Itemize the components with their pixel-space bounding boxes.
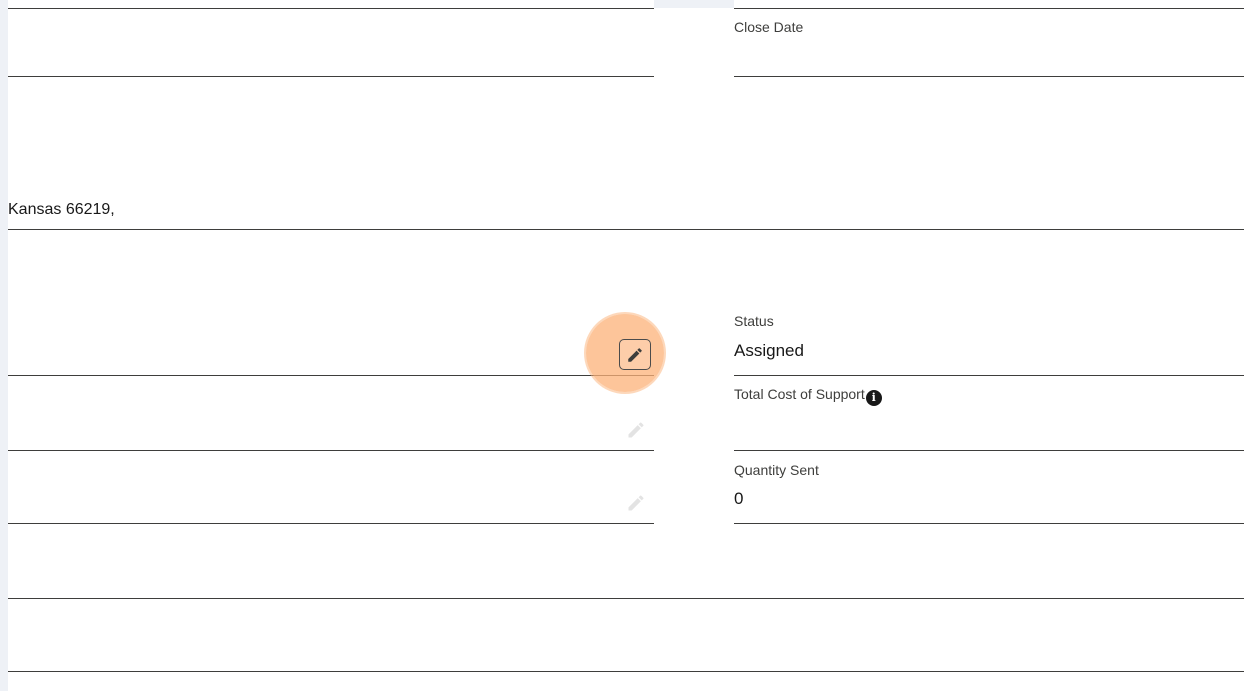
column-gap-strip: [654, 0, 734, 8]
field-divider: [734, 450, 1244, 451]
field-divider: [734, 523, 1244, 524]
field-divider: [8, 8, 654, 9]
status-value: Assigned: [734, 341, 804, 360]
close-date-label: Close Date: [734, 19, 804, 35]
field-divider: [8, 450, 654, 451]
field-divider: [8, 375, 654, 376]
address-line: Kansas 66219,: [8, 201, 115, 218]
field-divider: [8, 229, 1244, 230]
total-cost-label: Total Cost of Support i: [734, 386, 882, 406]
total-cost-label-text: Total Cost of Support: [734, 386, 865, 402]
pencil-icon: [626, 346, 644, 364]
left-gutter: [0, 0, 8, 691]
field-divider: [734, 8, 1244, 9]
field-divider: [8, 671, 1244, 672]
quantity-sent-label: Quantity Sent: [734, 462, 819, 478]
info-icon[interactable]: i: [865, 390, 882, 406]
field-divider: [734, 375, 1244, 376]
field-divider: [8, 598, 1244, 599]
status-label: Status: [734, 313, 774, 329]
field-divider: [8, 523, 654, 524]
pencil-icon[interactable]: [626, 420, 646, 445]
quantity-sent-value: 0: [734, 489, 744, 508]
edit-button[interactable]: [619, 339, 651, 370]
field-divider: [734, 76, 1244, 77]
field-divider: [8, 76, 654, 77]
pencil-icon[interactable]: [626, 493, 646, 518]
